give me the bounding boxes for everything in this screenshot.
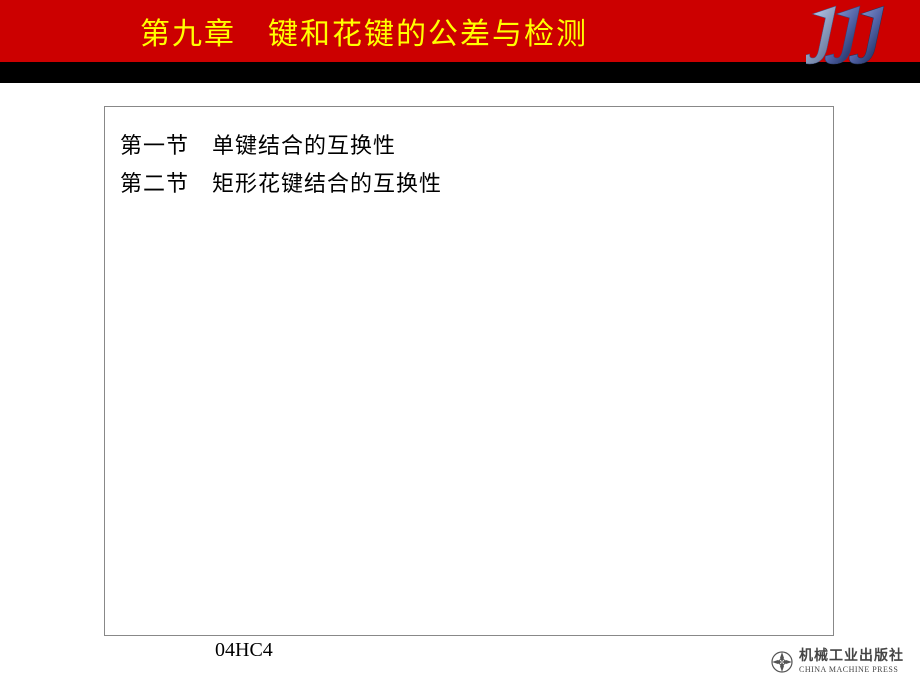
header-red-bar: 第九章 键和花键的公差与检测 (0, 0, 920, 62)
publisher-logo-icon (771, 651, 793, 673)
publisher-name-en: CHINA MACHINE PRESS (799, 666, 904, 674)
publisher-text: 机械工业出版社 CHINA MACHINE PRESS (799, 650, 904, 674)
section-1-text: 第一节 单键结合的互换性 (120, 127, 818, 165)
publisher-name-cn: 机械工业出版社 (799, 650, 904, 664)
jjj-logo-icon (806, 2, 902, 80)
chapter-title: 第九章 键和花键的公差与检测 (140, 9, 588, 53)
content-frame: 第一节 单键结合的互换性 第二节 矩形花键结合的互换性 (104, 106, 834, 636)
header-black-bar (0, 62, 920, 83)
section-2-text: 第二节 矩形花键结合的互换性 (120, 165, 818, 203)
publisher-block: 机械工业出版社 CHINA MACHINE PRESS (771, 650, 904, 674)
footer-code: 04HC4 (215, 639, 273, 662)
